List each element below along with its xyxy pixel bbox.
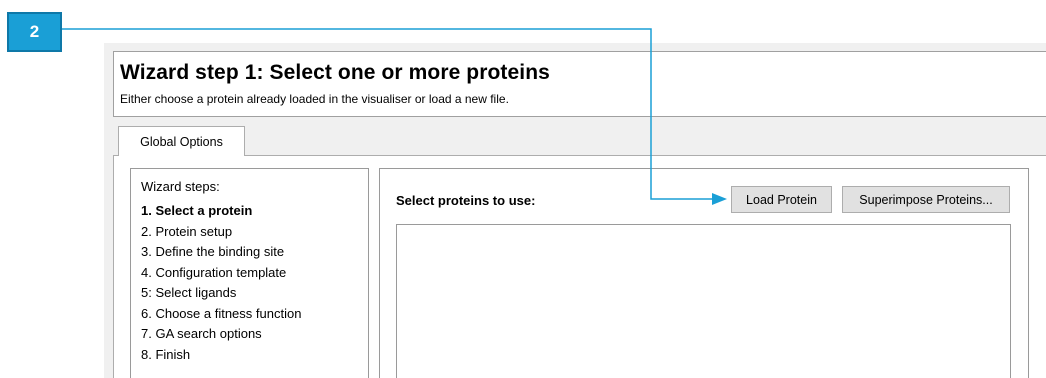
step-configuration-template: 4. Configuration template [141, 264, 287, 280]
page-subtitle: Either choose a protein already loaded i… [120, 92, 509, 106]
callout-badge: 2 [7, 12, 62, 52]
tab-global-options[interactable]: Global Options [118, 126, 245, 156]
select-proteins-label: Select proteins to use: [396, 193, 536, 208]
step-protein-setup: 2. Protein setup [141, 223, 233, 239]
step-binding-site: 3. Define the binding site [141, 244, 285, 259]
wizard-steps-title: Wizard steps: [141, 179, 220, 194]
load-protein-button[interactable]: Load Protein [731, 186, 832, 213]
wizard-steps-list: 1. Select a protein 2. Protein setup 3. … [141, 201, 301, 365]
protein-list[interactable] [396, 224, 1011, 378]
step-select-ligands: 5: Select ligands [141, 285, 237, 300]
step-ga-search-options: 7. GA search options [141, 326, 262, 341]
superimpose-proteins-button[interactable]: Superimpose Proteins... [842, 186, 1010, 213]
callout-number: 2 [29, 22, 40, 41]
step-finish: 8. Finish [141, 346, 191, 362]
page-title: Wizard step 1: Select one or more protei… [120, 61, 550, 84]
wizard-header: Wizard step 1: Select one or more protei… [113, 51, 1046, 117]
wizard-steps-panel: Wizard steps: 1. Select a protein 2. Pro… [130, 168, 369, 378]
step-fitness-function: 6. Choose a fitness function [141, 305, 302, 321]
step-select-protein: 1. Select a protein [141, 203, 253, 218]
